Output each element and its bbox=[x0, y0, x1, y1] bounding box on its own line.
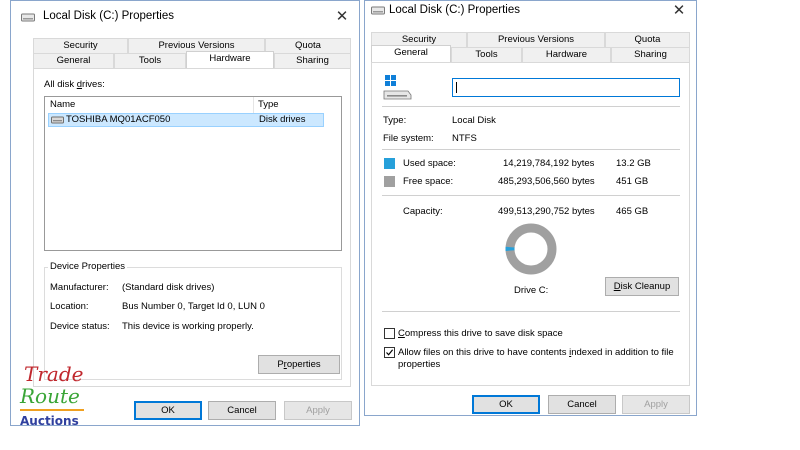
file-system-value: NTFS bbox=[452, 133, 477, 144]
title-bar[interactable]: Local Disk (C:) Properties ✕ bbox=[11, 1, 359, 33]
index-label-line2: properties bbox=[398, 359, 441, 370]
free-space-bytes: 485,293,506,560 bytes bbox=[498, 176, 595, 187]
compress-label: Compress this drive to save disk space bbox=[398, 328, 563, 339]
checkmark-icon bbox=[386, 349, 394, 356]
drive-icon bbox=[21, 13, 35, 22]
general-properties-dialog: Local Disk (C:) Properties ✕ Security Pr… bbox=[364, 0, 697, 416]
logo-line-trade: Trade bbox=[24, 362, 84, 386]
tab-hardware[interactable]: Hardware bbox=[522, 47, 611, 62]
divider bbox=[382, 195, 680, 196]
manufacturer-label: Manufacturer: bbox=[50, 282, 109, 293]
type-label: Type: bbox=[383, 115, 407, 126]
file-system-label: File system: bbox=[383, 133, 434, 144]
free-space-gb: 451 GB bbox=[616, 176, 649, 187]
all-disk-drives-label: All disk drives: bbox=[44, 79, 105, 90]
location-value: Bus Number 0, Target Id 0, LUN 0 bbox=[122, 301, 265, 312]
close-button[interactable]: ✕ bbox=[668, 1, 690, 21]
hardware-tab-page: All disk drives: Name Type TOSHIBA MQ01A… bbox=[33, 68, 351, 387]
tab-tools[interactable]: Tools bbox=[451, 47, 522, 62]
tab-quota[interactable]: Quota bbox=[265, 38, 351, 53]
divider bbox=[382, 149, 680, 150]
free-space-label: Free space: bbox=[403, 176, 454, 187]
properties-button[interactable]: Properties bbox=[258, 355, 340, 374]
tab-general[interactable]: General bbox=[33, 53, 114, 68]
cancel-button[interactable]: Cancel bbox=[208, 401, 276, 420]
drive-name-input[interactable] bbox=[452, 78, 680, 97]
disk-drives-list[interactable]: Name Type TOSHIBA MQ01ACF050 Disk drives bbox=[44, 96, 342, 251]
trade-route-auctions-logo: Trade Route Auctions bbox=[16, 362, 96, 432]
logo-line-route: Route bbox=[20, 384, 80, 408]
used-space-label: Used space: bbox=[403, 158, 456, 169]
close-button[interactable]: ✕ bbox=[331, 7, 353, 27]
title-bar[interactable]: Local Disk (C:) Properties ✕ bbox=[365, 1, 696, 33]
tab-general[interactable]: General bbox=[371, 45, 451, 62]
general-tab-page: Type: Local Disk File system: NTFS Used … bbox=[371, 62, 690, 386]
type-value: Local Disk bbox=[452, 115, 496, 126]
table-row[interactable]: TOSHIBA MQ01ACF050 Disk drives bbox=[48, 113, 324, 127]
used-space-swatch bbox=[384, 158, 395, 169]
divider bbox=[382, 106, 680, 107]
compress-checkbox[interactable] bbox=[384, 328, 395, 339]
apply-button[interactable]: Apply bbox=[284, 401, 352, 420]
tab-sharing[interactable]: Sharing bbox=[274, 53, 351, 68]
disk-drive-icon bbox=[51, 116, 64, 124]
ok-button[interactable]: OK bbox=[472, 395, 540, 414]
capacity-label: Capacity: bbox=[403, 206, 443, 217]
tab-hardware[interactable]: Hardware bbox=[186, 51, 274, 68]
tab-tools[interactable]: Tools bbox=[114, 53, 186, 68]
column-header-type[interactable]: Type bbox=[258, 99, 279, 110]
capacity-bytes: 499,513,290,752 bytes bbox=[498, 206, 595, 217]
index-label-line1: Allow files on this drive to have conten… bbox=[398, 347, 674, 358]
device-status-label: Device status: bbox=[50, 321, 110, 332]
used-space-bytes: 14,219,784,192 bytes bbox=[503, 158, 595, 169]
free-space-swatch bbox=[384, 176, 395, 187]
column-divider[interactable] bbox=[253, 97, 254, 113]
ok-button[interactable]: OK bbox=[134, 401, 202, 420]
drive-label: Drive C: bbox=[514, 285, 549, 296]
free-space-ring bbox=[505, 223, 557, 275]
tab-sharing[interactable]: Sharing bbox=[611, 47, 690, 62]
index-checkbox[interactable] bbox=[384, 347, 395, 358]
drive-name-cell: TOSHIBA MQ01ACF050 bbox=[66, 114, 171, 125]
capacity-gb: 465 GB bbox=[616, 206, 649, 217]
disk-usage-donut bbox=[505, 223, 557, 275]
location-label: Location: bbox=[50, 301, 89, 312]
used-space-gb: 13.2 GB bbox=[616, 158, 651, 169]
cancel-button[interactable]: Cancel bbox=[548, 395, 616, 414]
windows-drive-icon bbox=[383, 75, 412, 100]
drive-type-cell: Disk drives bbox=[259, 114, 306, 125]
column-header-name[interactable]: Name bbox=[50, 99, 75, 110]
manufacturer-value: (Standard disk drives) bbox=[122, 282, 215, 293]
logo-line-auctions: Auctions bbox=[20, 414, 79, 428]
tab-security[interactable]: Security bbox=[33, 38, 128, 53]
tab-previous-versions[interactable]: Previous Versions bbox=[467, 32, 605, 47]
disk-cleanup-button[interactable]: Disk Cleanup bbox=[605, 277, 679, 296]
window-title: Local Disk (C:) Properties bbox=[43, 10, 175, 22]
divider bbox=[382, 311, 680, 312]
window-title: Local Disk (C:) Properties bbox=[389, 4, 521, 16]
logo-underline bbox=[20, 409, 84, 411]
device-properties-title: Device Properties bbox=[48, 261, 127, 272]
device-status-value: This device is working properly. bbox=[122, 321, 254, 332]
tab-quota[interactable]: Quota bbox=[605, 32, 690, 47]
drive-icon bbox=[371, 6, 385, 15]
text-caret bbox=[456, 82, 457, 93]
apply-button[interactable]: Apply bbox=[622, 395, 690, 414]
